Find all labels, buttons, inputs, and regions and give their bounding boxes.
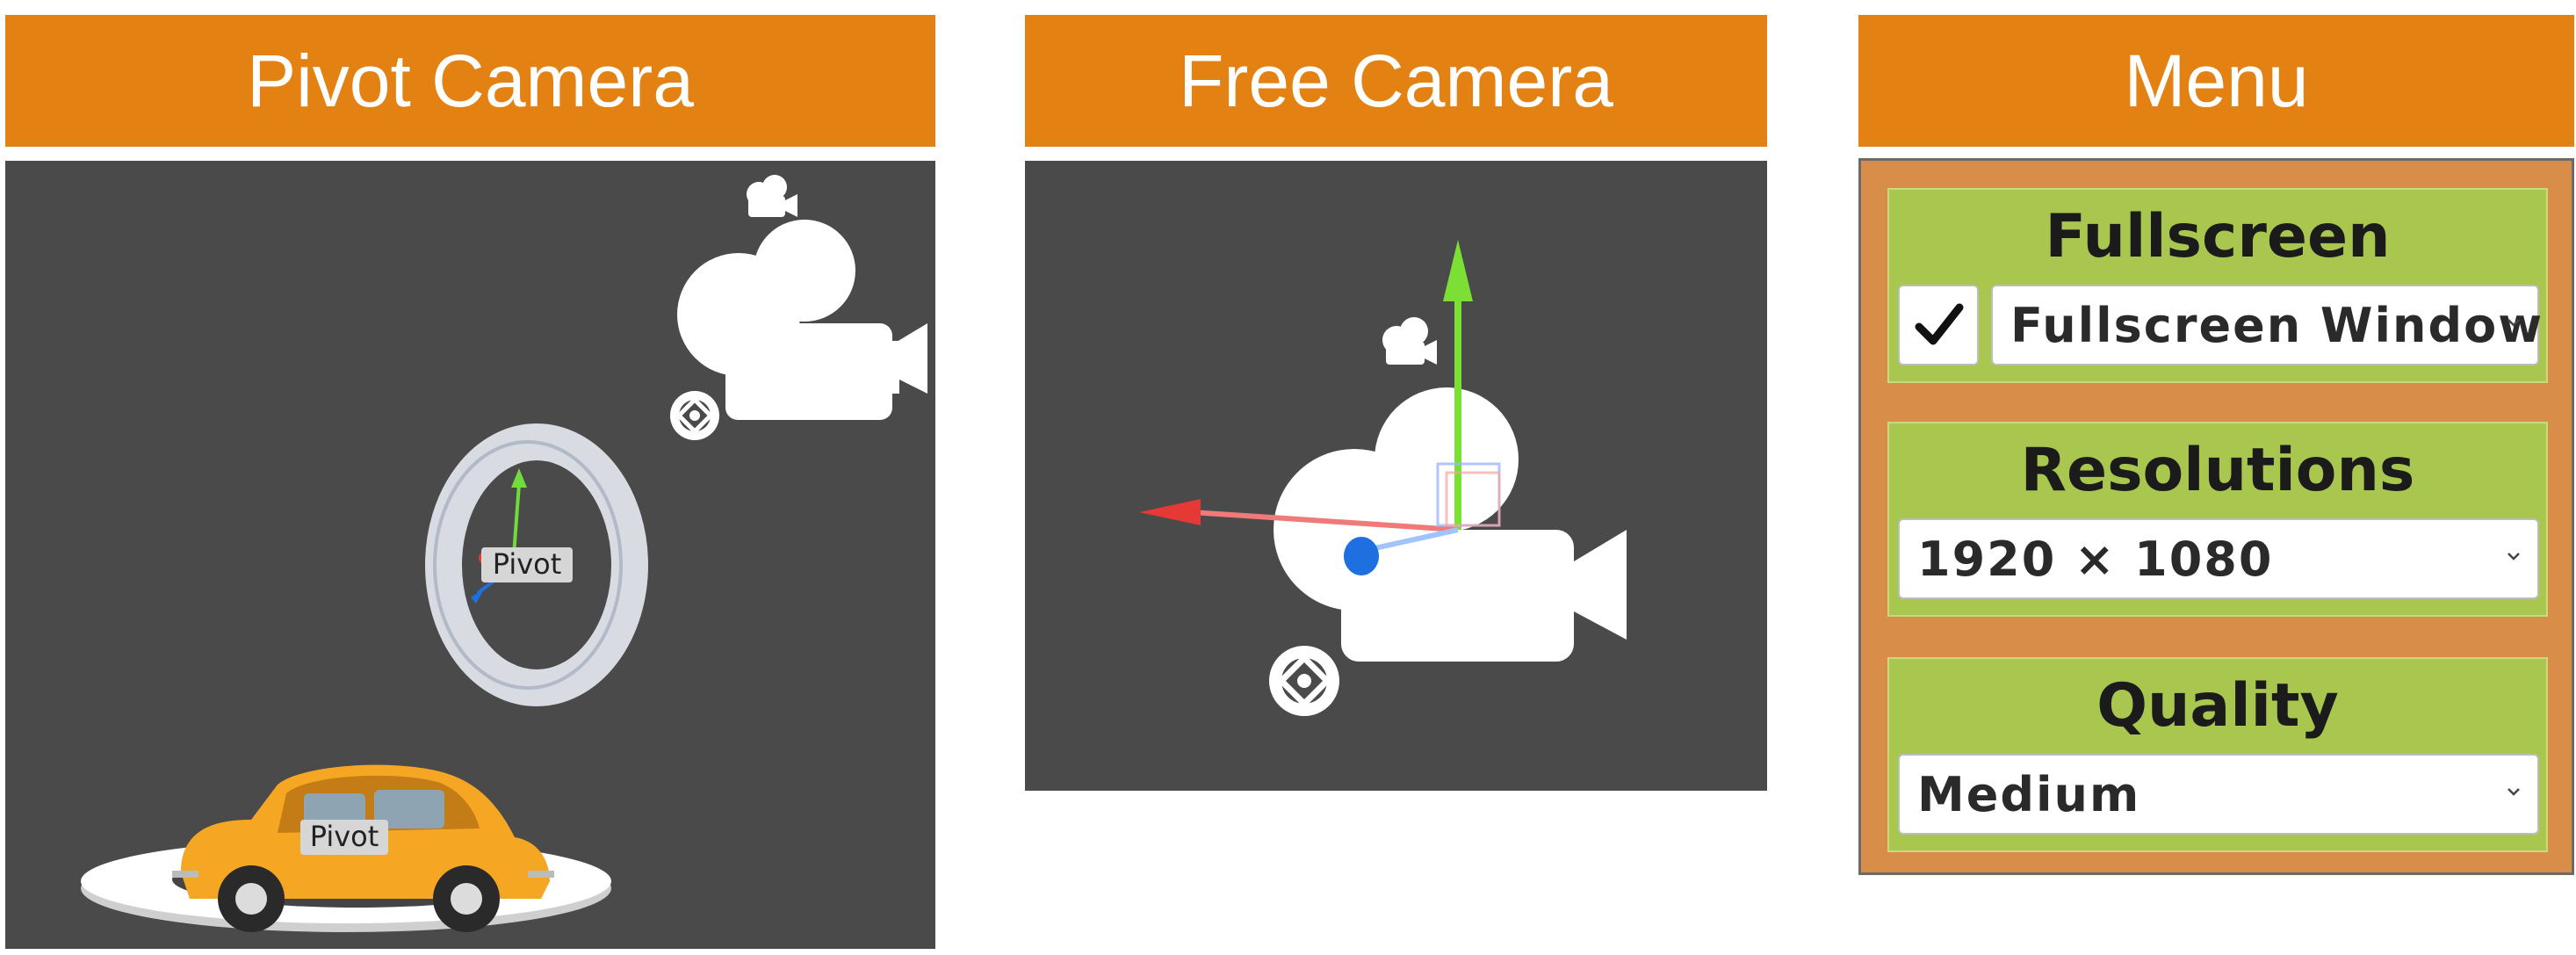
menu-panel: Fullscreen Fullscreen Window Resolutions… xyxy=(1858,158,2574,875)
camera-icon xyxy=(747,175,797,217)
camera-icon xyxy=(677,220,927,420)
chevron-down-icon xyxy=(2507,319,2520,327)
camera-icon xyxy=(1382,317,1437,365)
fullscreen-section: Fullscreen Fullscreen Window xyxy=(1887,188,2548,383)
panel-title-pivot-camera: Pivot Camera xyxy=(5,15,935,147)
aperture-icon xyxy=(670,391,719,440)
fullscreen-checkbox[interactable] xyxy=(1898,285,1979,365)
aperture-icon xyxy=(1269,646,1339,716)
fullscreen-title: Fullscreen xyxy=(2045,202,2391,271)
fullscreen-mode-value: Fullscreen Window xyxy=(2010,297,2544,353)
quality-title: Quality xyxy=(2096,671,2339,741)
pivot-ring-label: Pivot xyxy=(493,547,562,581)
panel-title-menu: Menu xyxy=(1858,15,2574,147)
car-label: Pivot xyxy=(310,820,379,853)
resolutions-title: Resolutions xyxy=(2020,436,2415,505)
quality-dropdown[interactable]: Medium xyxy=(1898,754,2539,835)
quality-section: Quality Medium xyxy=(1887,657,2548,852)
pivot-camera-viewport[interactable]: Pivot Pivot xyxy=(5,161,935,949)
chevron-down-icon xyxy=(2507,788,2520,796)
free-camera-viewport[interactable] xyxy=(1025,161,1767,791)
resolution-value: 1920 × 1080 xyxy=(1917,531,2274,587)
quality-value: Medium xyxy=(1917,766,2141,822)
checkmark-icon xyxy=(1915,303,1964,345)
chevron-down-icon xyxy=(2507,553,2520,561)
resolution-dropdown[interactable]: 1920 × 1080 xyxy=(1898,518,2539,599)
fullscreen-mode-dropdown[interactable]: Fullscreen Window xyxy=(1991,285,2542,365)
resolutions-section: Resolutions 1920 × 1080 xyxy=(1887,422,2548,617)
panel-title-free-camera: Free Camera xyxy=(1025,15,1767,147)
